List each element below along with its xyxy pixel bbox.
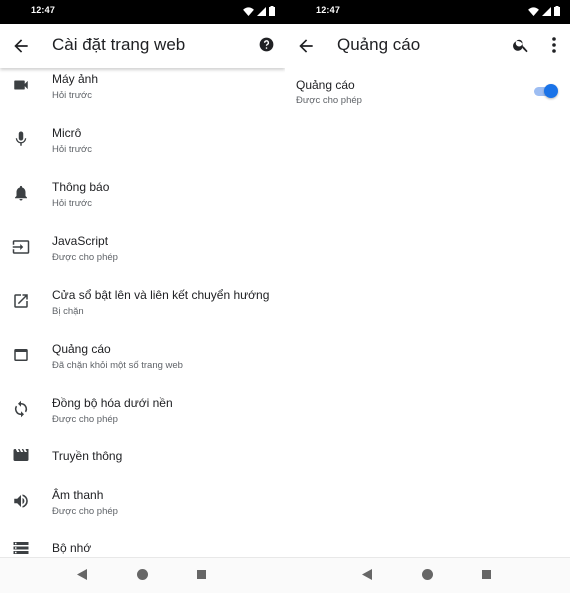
item-label: Đồng bộ hóa dưới nền <box>52 396 173 410</box>
app-bar: Cài đặt trang web <box>0 24 285 68</box>
ads-toggle-switch[interactable] <box>534 84 558 98</box>
search-icon[interactable] <box>512 36 530 54</box>
nav-recents-icon[interactable] <box>482 570 491 579</box>
status-time: 12:47 <box>316 5 341 15</box>
web-asset-icon <box>14 349 28 361</box>
nav-bar <box>0 557 285 593</box>
app-bar: Quảng cáo <box>285 24 570 68</box>
site-settings-screen: 12:47 Cài đặt trang web Máy ảnh Hỏi trướ… <box>0 0 285 593</box>
list-item-background-sync[interactable]: Đồng bộ hóa dưới nền Được cho phép <box>0 384 285 438</box>
item-label: Âm thanh <box>52 488 104 502</box>
list-item-mic[interactable]: Micrô Hỏi trước <box>0 114 285 168</box>
item-sub: Hỏi trước <box>52 144 93 155</box>
input-icon <box>12 240 30 254</box>
signal-icon <box>542 6 551 16</box>
page-title: Cài đặt trang web <box>52 35 186 54</box>
item-label: Máy ảnh <box>52 72 99 86</box>
page-title: Quảng cáo <box>337 35 421 54</box>
item-label: Cửa sổ bật lên và liên kết chuyển hướng <box>52 288 270 302</box>
open-in-new-icon <box>14 294 28 308</box>
nav-home-icon[interactable] <box>137 569 148 580</box>
battery-icon <box>554 6 560 16</box>
item-label: Bộ nhớ <box>52 541 92 555</box>
movie-icon <box>13 449 29 461</box>
wifi-icon <box>528 6 539 16</box>
item-sub: Hỏi trước <box>52 90 93 101</box>
bell-icon <box>15 185 27 201</box>
status-bar: 12:47 <box>0 0 285 24</box>
volume-icon <box>14 494 28 508</box>
list-item-popups[interactable]: Cửa sổ bật lên và liên kết chuyển hướng … <box>0 276 285 330</box>
item-sub: Được cho phép <box>52 252 118 263</box>
help-icon[interactable] <box>259 37 274 52</box>
ads-settings-screen: 12:47 Quảng cáo Quảng cáo Được cho phép <box>285 0 570 593</box>
videocam-icon <box>14 80 28 90</box>
status-bar: 12:47 <box>285 0 570 24</box>
item-label: JavaScript <box>52 234 109 248</box>
nav-recents-icon[interactable] <box>197 570 206 579</box>
ads-setting-row[interactable]: Quảng cáo Được cho phép <box>285 68 570 112</box>
status-time: 12:47 <box>31 5 56 15</box>
battery-icon <box>269 6 275 16</box>
storage-icon <box>13 542 29 554</box>
nav-bar <box>285 557 570 593</box>
toggle-thumb <box>544 84 558 98</box>
item-sub: Được cho phép <box>52 506 118 517</box>
item-label: Micrô <box>52 126 82 140</box>
nav-home-icon[interactable] <box>422 569 433 580</box>
settings-list: Máy ảnh Hỏi trước Micrô Hỏi trước Thông … <box>0 58 285 558</box>
list-item-sound[interactable]: Âm thanh Được cho phép <box>0 481 285 535</box>
ads-setting-label: Quảng cáo <box>296 78 355 92</box>
list-item-javascript[interactable]: JavaScript Được cho phép <box>0 222 285 276</box>
item-sub: Hỏi trước <box>52 198 93 209</box>
list-item-camera[interactable]: Máy ảnh Hỏi trước <box>0 60 285 114</box>
list-item-storage[interactable]: Bộ nhớ <box>0 528 285 558</box>
list-item-ads[interactable]: Quảng cáo Đã chặn khỏi một số trang web <box>0 330 285 384</box>
mic-icon <box>15 131 27 146</box>
wifi-icon <box>243 6 254 16</box>
status-icons <box>528 6 560 16</box>
list-item-notifications[interactable]: Thông báo Hỏi trước <box>0 168 285 222</box>
ads-setting-sub: Được cho phép <box>296 95 362 106</box>
status-icons <box>243 6 275 16</box>
item-sub: Bị chặn <box>52 306 84 317</box>
signal-icon <box>257 6 266 16</box>
item-sub: Đã chặn khỏi một số trang web <box>52 360 183 371</box>
sync-icon <box>14 400 28 418</box>
back-arrow-icon[interactable] <box>11 36 31 56</box>
item-label: Truyền thông <box>52 449 123 463</box>
back-arrow-icon[interactable] <box>296 36 316 56</box>
more-vert-icon[interactable] <box>550 36 558 54</box>
item-label: Quảng cáo <box>52 342 111 356</box>
item-label: Thông báo <box>52 180 110 194</box>
item-sub: Được cho phép <box>52 414 118 425</box>
nav-back-icon[interactable] <box>77 569 87 580</box>
nav-back-icon[interactable] <box>362 569 372 580</box>
